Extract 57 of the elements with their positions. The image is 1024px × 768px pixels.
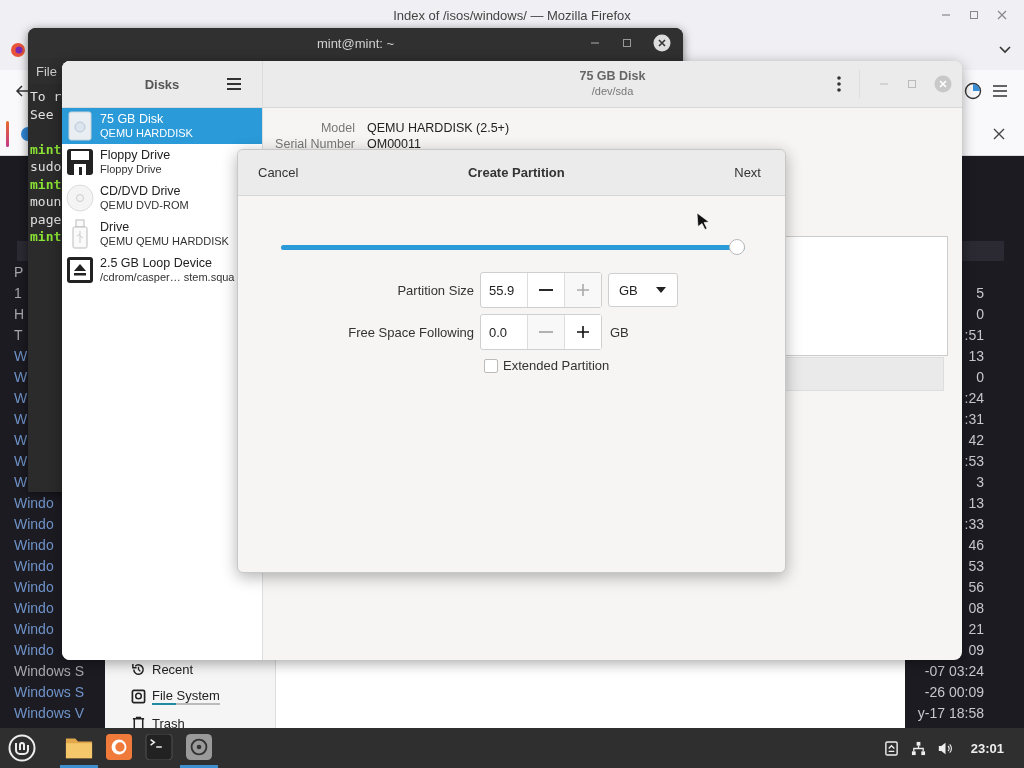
- date-cell: -07 03:24: [924, 662, 984, 679]
- device-model: Floppy Drive: [100, 162, 163, 176]
- date-cell: 53: [968, 557, 984, 574]
- window-title: mint@mint: ~: [316, 35, 395, 51]
- terminal-text: To r: [30, 89, 62, 104]
- terminal-text: See: [30, 106, 54, 122]
- device-name: CD/DVD Drive: [100, 184, 182, 198]
- field-label: Partition Size: [396, 282, 474, 298]
- date-cell: 13: [968, 347, 984, 364]
- date-cell: 09: [968, 641, 984, 658]
- sidebar-title: Disks: [144, 76, 180, 92]
- device-name: Drive: [100, 220, 131, 234]
- date-cell: :24: [964, 389, 984, 406]
- info-label: Serial Number: [274, 136, 355, 152]
- date-cell: 3: [976, 473, 984, 490]
- listing-text: H: [14, 305, 25, 322]
- device-name: 2.5 GB Loop Device: [100, 256, 213, 270]
- disk-path: /dev/sda: [591, 84, 634, 99]
- terminal-text: moun: [30, 194, 62, 209]
- date-cell: 5: [976, 284, 984, 301]
- listing-text: Windows S: [14, 662, 85, 679]
- device-model: QEMU HARDDISK: [100, 126, 193, 140]
- unit-label: GB: [609, 324, 629, 340]
- date-cell: 08: [968, 599, 984, 616]
- window-title: Index of /isos/windows/ — Mozilla Firefox: [393, 7, 631, 23]
- device-model: QEMU QEMU HARDDISK: [100, 234, 229, 248]
- date-cell: :33: [964, 515, 984, 532]
- date-cell: :31: [964, 410, 984, 427]
- date-cell: :51: [964, 326, 984, 343]
- date-cell: 21: [968, 620, 984, 637]
- listing-text: 1: [14, 284, 22, 301]
- date-cell: 42: [968, 431, 984, 448]
- date-cell: -26 00:09: [924, 683, 984, 700]
- field-label: Free Space Following: [347, 324, 474, 340]
- date-cell: 0: [976, 368, 984, 385]
- date-cell: 56: [968, 578, 984, 595]
- info-label: Model: [319, 120, 355, 136]
- terminal-text: page: [30, 211, 62, 227]
- device-model: QEMU DVD-ROM: [100, 198, 189, 212]
- info-value: OM00011: [367, 136, 422, 152]
- listing-text: P: [14, 263, 24, 280]
- listing-text: T: [14, 326, 23, 343]
- disk-title: 75 GB Disk: [579, 69, 646, 84]
- info-value: QEMU HARDDISK (2.5+): [367, 120, 511, 136]
- prompt-text: mint: [30, 229, 62, 244]
- prompt-text: mint: [30, 176, 62, 192]
- prompt-text: mint: [30, 141, 62, 157]
- device-name: Floppy Drive: [100, 148, 171, 162]
- date-cell: :53: [964, 452, 984, 469]
- dialog-title: Create Partition: [467, 165, 565, 180]
- date-cell: 0: [976, 305, 984, 322]
- date-cell: 46: [968, 536, 984, 553]
- date-cell: y-17 18:58: [917, 704, 984, 721]
- device-name: 75 GB Disk: [100, 112, 165, 126]
- date-cell: 13: [968, 494, 984, 511]
- terminal-text: sudo: [30, 159, 62, 174]
- device-model: /cdrom/casper… stem.squa: [100, 270, 235, 284]
